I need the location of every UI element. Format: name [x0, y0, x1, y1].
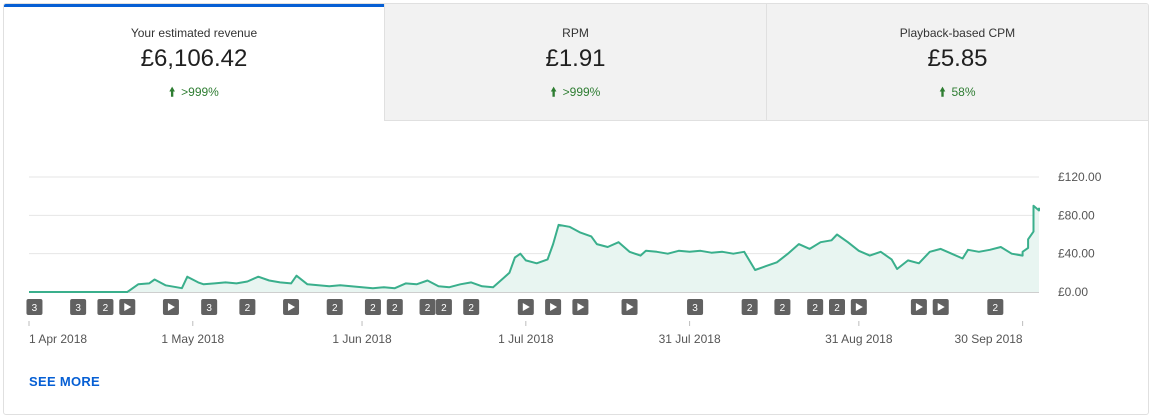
publish-count-marker: 2	[386, 299, 403, 315]
series-area	[29, 205, 1039, 292]
publish-count-marker: 2	[807, 299, 824, 315]
x-tick-label: 1 May 2018	[161, 332, 224, 346]
x-tick-label: 31 Jul 2018	[659, 332, 721, 346]
publish-count-marker: 2	[987, 299, 1004, 315]
publish-count-marker: 2	[774, 299, 791, 315]
x-tick-label: 1 Jun 2018	[332, 332, 392, 346]
marker-count: 2	[332, 303, 338, 314]
publish-count-marker: 3	[201, 299, 218, 315]
revenue-card: Your estimated revenue £6,106.42 🠙 >999% …	[3, 3, 1149, 415]
x-tick-label: 30 Sep 2018	[955, 332, 1023, 346]
marker-count: 2	[392, 303, 398, 314]
video-marker	[283, 299, 300, 315]
video-marker	[119, 299, 136, 315]
marker-count: 2	[812, 303, 818, 314]
y-tick-label: £40.00	[1058, 247, 1095, 261]
x-tick-label: 1 Apr 2018	[29, 332, 87, 346]
marker-count: 3	[75, 303, 81, 314]
publish-count-marker: 2	[829, 299, 845, 315]
marker-count: 2	[747, 303, 753, 314]
marker-count: 3	[32, 303, 38, 314]
marker-count: 3	[692, 303, 698, 314]
marker-count: 2	[780, 303, 786, 314]
publish-count-marker: 3	[687, 299, 704, 315]
x-tick-label: 1 Jul 2018	[498, 332, 554, 346]
publish-count-marker: 2	[97, 299, 114, 315]
marker-count: 2	[468, 303, 474, 314]
marker-count: 2	[425, 303, 431, 314]
marker-count: 2	[441, 303, 447, 314]
publish-count-marker: 2	[419, 299, 436, 315]
video-marker	[572, 299, 589, 315]
publish-count-marker: 2	[326, 299, 343, 315]
publish-count-marker: 2	[435, 299, 452, 315]
x-tick-label: 31 Aug 2018	[825, 332, 893, 346]
see-more-link[interactable]: SEE MORE	[29, 374, 100, 389]
y-tick-label: £0.00	[1058, 285, 1088, 299]
publish-count-marker: 2	[239, 299, 256, 315]
marker-count: 3	[206, 303, 212, 314]
publish-count-marker: 2	[741, 299, 758, 315]
y-tick-label: £120.00	[1058, 170, 1102, 184]
publish-count-marker: 3	[70, 299, 87, 315]
video-marker	[910, 299, 927, 315]
marker-count: 2	[834, 303, 840, 314]
video-marker	[162, 299, 179, 315]
publish-count-marker: 2	[364, 299, 381, 315]
revenue-chart: £0.00£40.00£80.00£120.003 3 2 3 2 2 2 2 2 2 2 3 2 2 2 2…	[26, 170, 1102, 346]
marker-count: 2	[370, 303, 376, 314]
publish-count-marker: 3	[26, 299, 43, 315]
video-marker	[545, 299, 562, 315]
y-tick-label: £80.00	[1058, 208, 1095, 222]
video-marker	[932, 299, 949, 315]
marker-count: 2	[993, 303, 999, 314]
marker-count: 2	[245, 303, 251, 314]
marker-count: 2	[103, 303, 109, 314]
video-marker	[850, 299, 867, 315]
video-marker	[621, 299, 638, 315]
video-marker	[517, 299, 534, 315]
publish-count-marker: 2	[463, 299, 480, 315]
